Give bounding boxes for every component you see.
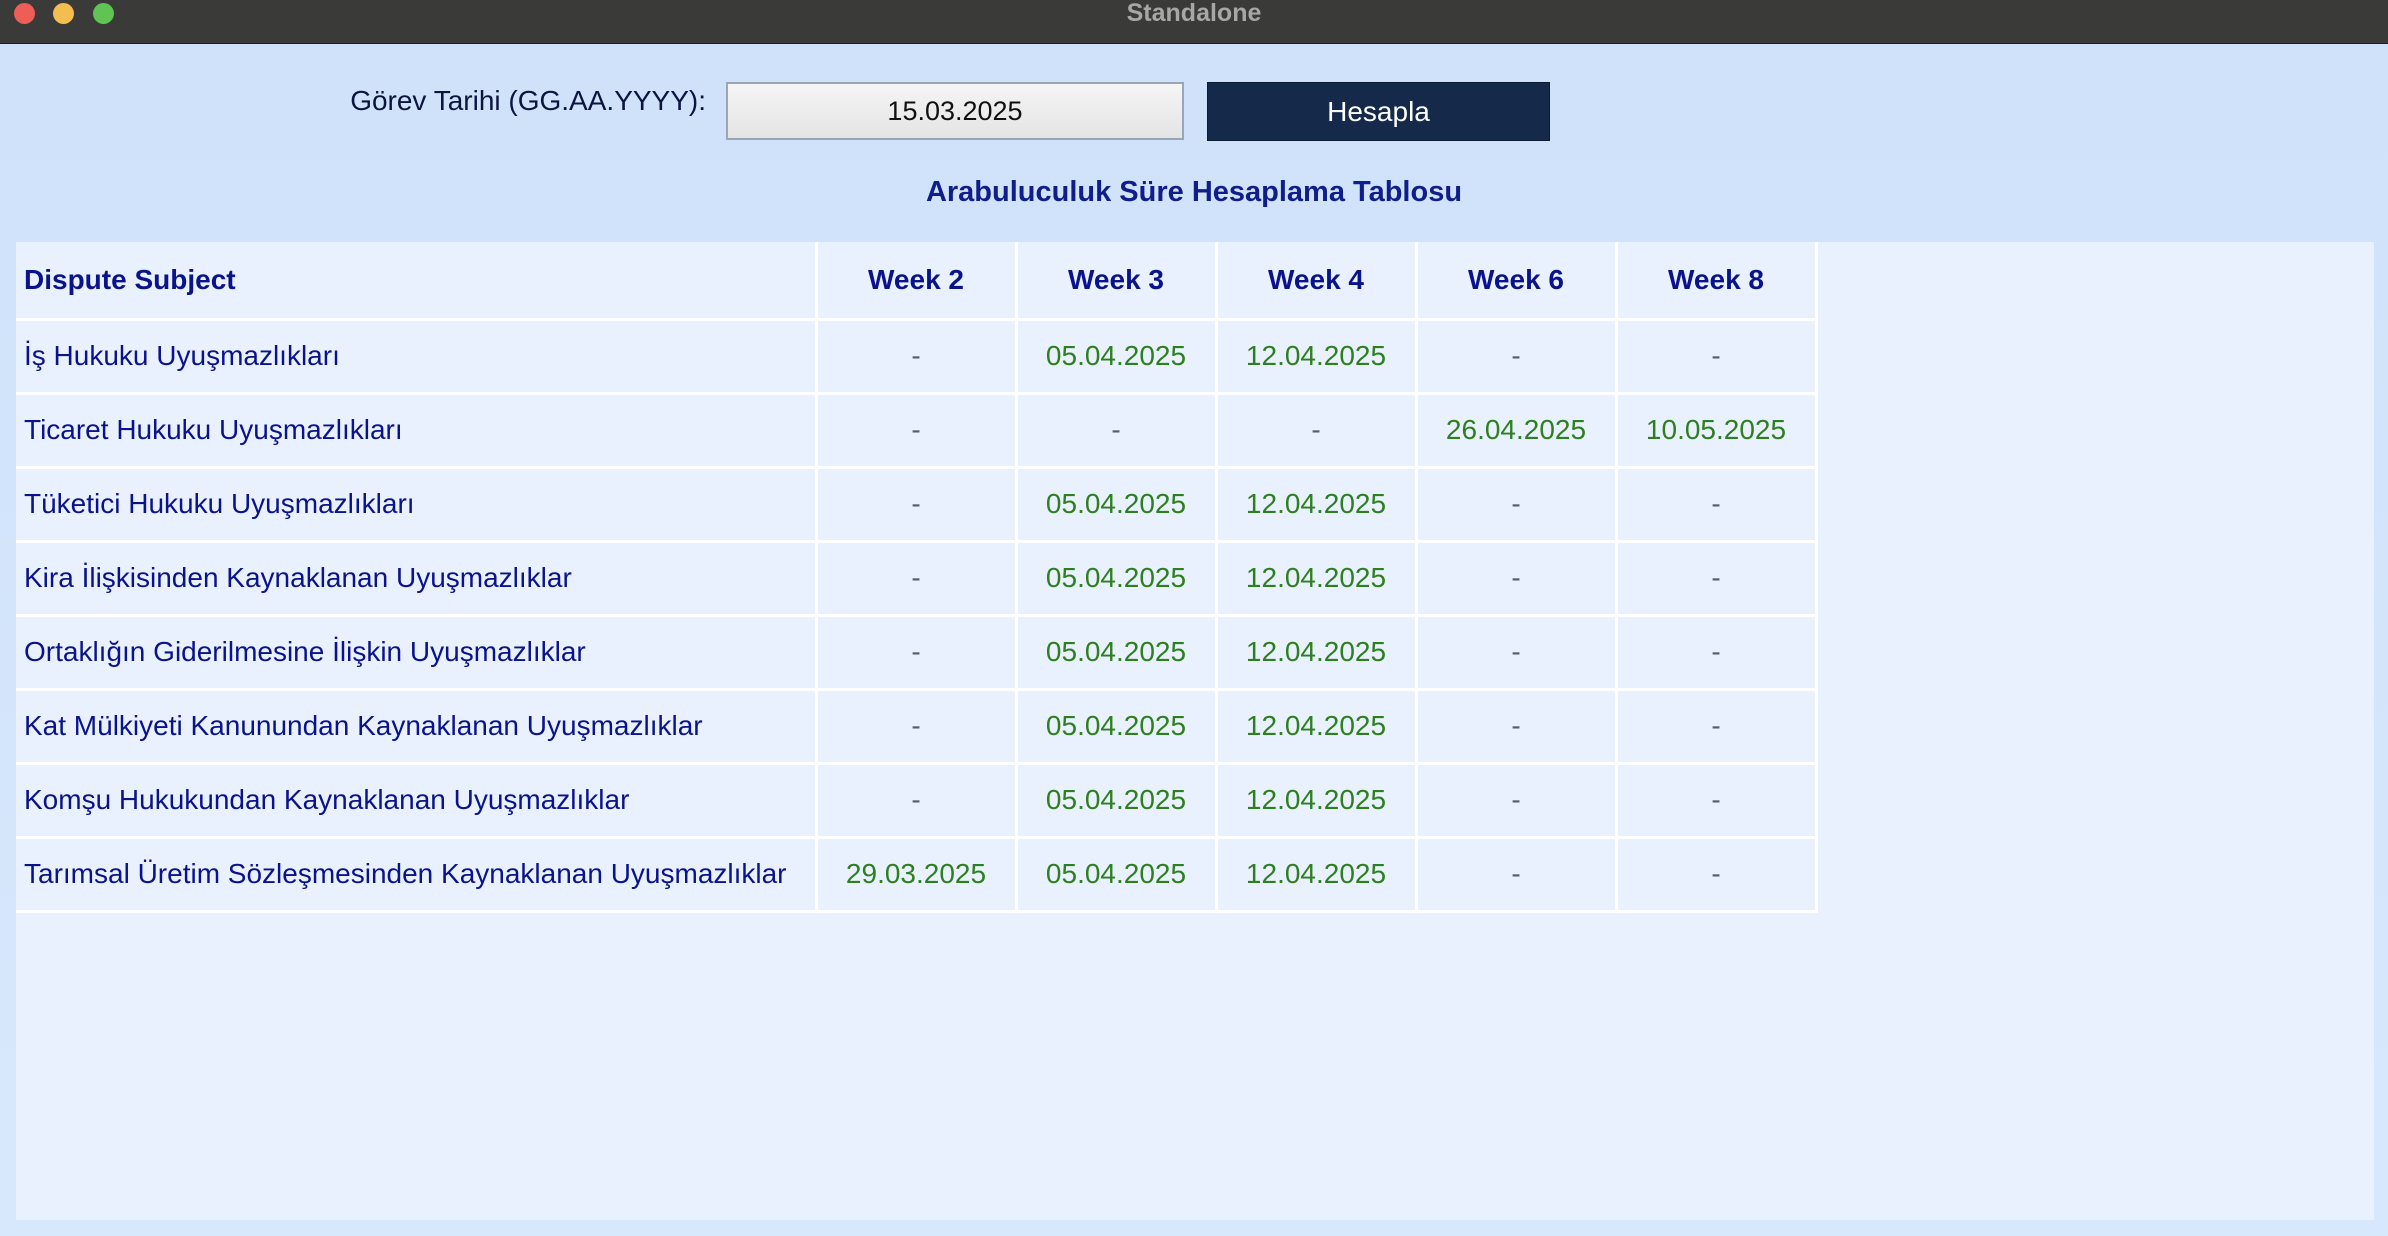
table-row: Kat Mülkiyeti Kanunundan Kaynaklanan Uyu…	[16, 687, 1818, 765]
deadline-cell: -	[1214, 391, 1418, 469]
dispute-subject-cell: Kira İlişkisinden Kaynaklanan Uyuşmazlık…	[16, 539, 818, 617]
deadline-cell: -	[1614, 835, 1818, 913]
table-panel: Dispute Subject Week 2 Week 3 Week 4 Wee…	[16, 242, 2374, 1220]
deadline-cell: -	[1614, 465, 1818, 543]
deadline-cell: 05.04.2025	[1014, 613, 1218, 691]
table-row: Tüketici Hukuku Uyuşmazlıkları -05.04.202…	[16, 465, 1818, 543]
deadline-cell: 12.04.2025	[1214, 317, 1418, 395]
deadline-cell: -	[1414, 317, 1618, 395]
window-titlebar: Standalone	[0, 0, 2388, 44]
deadline-cell: 10.05.2025	[1614, 391, 1818, 469]
deadline-cell: -	[1414, 835, 1618, 913]
deadline-cell: -	[814, 761, 1018, 839]
header-week-4: Week 4	[1214, 242, 1418, 321]
deadline-cell: 29.03.2025	[814, 835, 1018, 913]
deadline-cell: 12.04.2025	[1214, 613, 1418, 691]
deadline-cell: 05.04.2025	[1014, 539, 1218, 617]
table-row: Kira İlişkisinden Kaynaklanan Uyuşmazlık…	[16, 539, 1818, 617]
deadline-cell: -	[814, 391, 1018, 469]
calculate-button[interactable]: Hesapla	[1207, 82, 1550, 141]
date-label: Görev Tarihi (GG.AA.YYYY):	[350, 85, 706, 116]
dispute-subject-cell: Ticaret Hukuku Uyuşmazlıkları	[16, 391, 818, 469]
table-title: Arabuluculuk Süre Hesaplama Tablosu	[925, 176, 1463, 208]
deadline-cell: 12.04.2025	[1214, 835, 1418, 913]
deadline-cell: -	[1614, 317, 1818, 395]
table-header-row: Dispute Subject Week 2 Week 3 Week 4 Wee…	[16, 242, 1818, 321]
table-row: İş Hukuku Uyuşmazlıkları -05.04.2025 12.04…	[16, 317, 1818, 395]
date-input[interactable]	[726, 82, 1184, 140]
deadline-cell: 12.04.2025	[1214, 465, 1418, 543]
deadline-cell: -	[1614, 539, 1818, 617]
dispute-subject-cell: Ortaklığın Giderilmesine İlişkin Uyuşmaz…	[16, 613, 818, 691]
deadline-cell: -	[814, 317, 1018, 395]
deadline-cell: -	[1414, 761, 1618, 839]
deadline-cell: -	[1414, 687, 1618, 765]
deadline-cell: 05.04.2025	[1014, 465, 1218, 543]
table-row: Komşu Hukukundan Kaynaklanan Uyuşmazlıkl…	[16, 761, 1818, 839]
main-content: Görev Tarihi (GG.AA.YYYY): Hesapla Arabu…	[0, 44, 2388, 1236]
deadline-cell: -	[814, 539, 1018, 617]
deadline-cell: -	[1414, 613, 1618, 691]
deadline-cell: -	[814, 465, 1018, 543]
dispute-subject-cell: İş Hukuku Uyuşmazlıkları	[16, 317, 818, 395]
deadline-cell: -	[1414, 465, 1618, 543]
deadline-cell: -	[814, 613, 1018, 691]
table-body: İş Hukuku Uyuşmazlıkları -05.04.2025 12.04…	[16, 317, 1818, 913]
deadline-cell: 05.04.2025	[1014, 687, 1218, 765]
header-week-2: Week 2	[814, 242, 1018, 321]
deadline-cell: -	[1614, 761, 1818, 839]
deadline-cell: 26.04.2025	[1414, 391, 1618, 469]
deadline-cell: -	[1614, 613, 1818, 691]
deadline-cell: 05.04.2025	[1014, 761, 1218, 839]
duration-table: Dispute Subject Week 2 Week 3 Week 4 Wee…	[16, 242, 1818, 913]
deadline-cell: 12.04.2025	[1214, 761, 1418, 839]
header-dispute-subject: Dispute Subject	[16, 242, 818, 321]
deadline-cell: 05.04.2025	[1014, 317, 1218, 395]
table-row: Ticaret Hukuku Uyuşmazlıkları - - -26.04.20…	[16, 391, 1818, 469]
dispute-subject-cell: Tarımsal Üretim Sözleşmesinden Kaynaklan…	[16, 835, 818, 913]
header-week-6: Week 6	[1414, 242, 1618, 321]
deadline-cell: -	[814, 687, 1018, 765]
window-title: Standalone	[1126, 0, 1262, 27]
header-week-3: Week 3	[1014, 242, 1218, 321]
deadline-cell: 12.04.2025	[1214, 687, 1418, 765]
table-row: Ortaklığın Giderilmesine İlişkin Uyuşmaz…	[16, 613, 1818, 691]
table-row: Tarımsal Üretim Sözleşmesinden Kaynaklan…	[16, 835, 1818, 913]
deadline-cell: 05.04.2025	[1014, 835, 1218, 913]
dispute-subject-cell: Kat Mülkiyeti Kanunundan Kaynaklanan Uyu…	[16, 687, 818, 765]
dispute-subject-cell: Tüketici Hukuku Uyuşmazlıkları	[16, 465, 818, 543]
deadline-cell: -	[1014, 391, 1218, 469]
deadline-cell: 12.04.2025	[1214, 539, 1418, 617]
header-week-8: Week 8	[1614, 242, 1818, 321]
dispute-subject-cell: Komşu Hukukundan Kaynaklanan Uyuşmazlıkl…	[16, 761, 818, 839]
deadline-cell: -	[1614, 687, 1818, 765]
deadline-cell: -	[1414, 539, 1618, 617]
